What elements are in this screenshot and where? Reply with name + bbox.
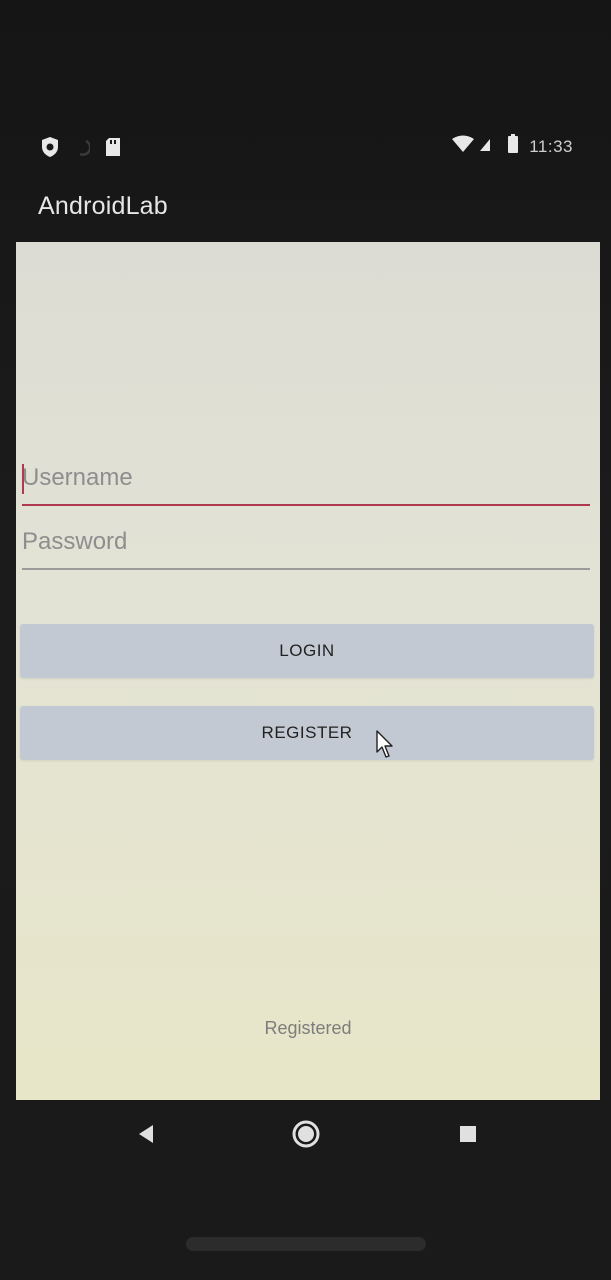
wifi-icon xyxy=(451,135,475,158)
app-title: AndroidLab xyxy=(38,192,168,220)
mouse-pointer-icon xyxy=(376,730,396,765)
login-button[interactable]: LOGIN xyxy=(20,624,594,678)
status-right-icons: 11:33 xyxy=(451,134,573,159)
username-field-container xyxy=(22,456,590,506)
password-input[interactable] xyxy=(22,520,590,564)
status-bar: 11:33 xyxy=(0,128,611,168)
home-button[interactable] xyxy=(288,1118,324,1154)
sync-icon xyxy=(74,138,92,161)
recents-icon xyxy=(458,1124,478,1149)
register-button[interactable]: REGISTER xyxy=(20,706,594,760)
username-input[interactable] xyxy=(22,456,590,500)
status-time: 11:33 xyxy=(529,136,573,156)
password-field-container xyxy=(22,520,590,570)
login-screen: LOGIN REGISTER Registered xyxy=(16,242,600,1100)
phone-screen: 11:33 AndroidLab LOGIN REGISTER Register… xyxy=(0,0,611,1280)
back-button[interactable] xyxy=(128,1118,164,1154)
signal-icon xyxy=(479,137,491,157)
text-cursor xyxy=(22,464,24,494)
navigation-bar xyxy=(0,1108,611,1164)
shield-icon xyxy=(40,136,60,163)
status-left-icons xyxy=(40,136,122,163)
status-message: Registered xyxy=(264,1018,352,1038)
sd-card-icon xyxy=(104,137,122,162)
home-icon xyxy=(291,1119,321,1154)
gesture-bar xyxy=(186,1237,426,1251)
battery-icon xyxy=(507,134,519,159)
username-underline xyxy=(22,504,590,506)
recents-button[interactable] xyxy=(450,1118,486,1154)
back-icon xyxy=(136,1123,156,1150)
app-bar: AndroidLab xyxy=(0,180,611,236)
password-underline xyxy=(22,568,590,570)
